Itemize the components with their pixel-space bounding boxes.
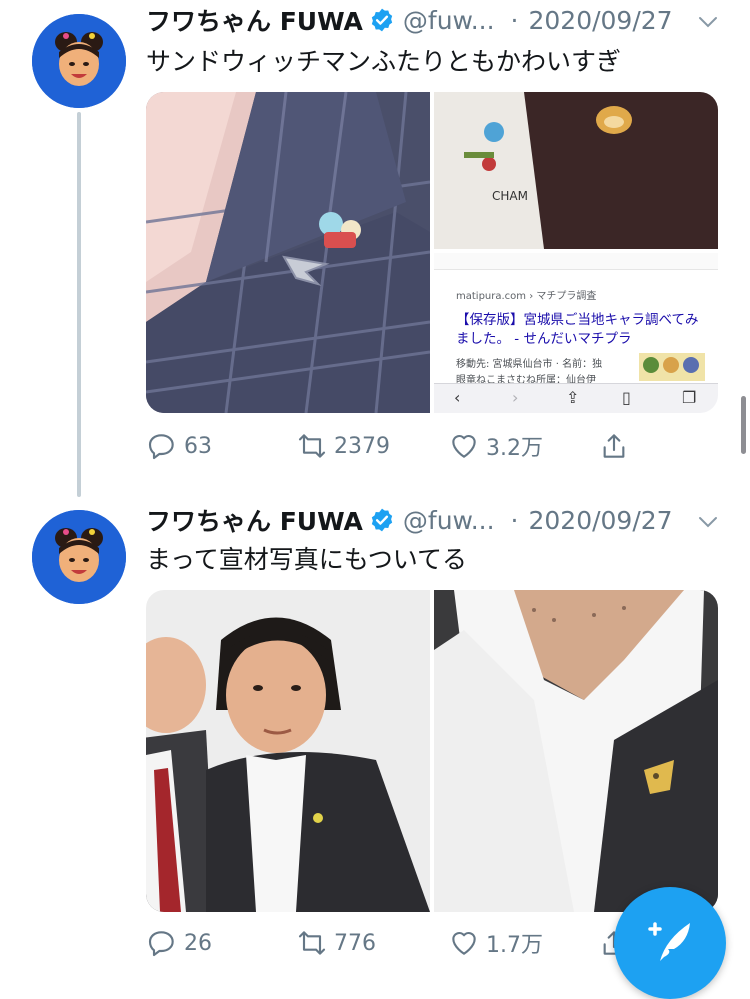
avatar[interactable]: [32, 14, 126, 108]
like-count: 1.7万: [486, 933, 543, 958]
share-button[interactable]: [598, 426, 636, 466]
retweet-icon: [298, 434, 326, 458]
reply-button[interactable]: 63: [146, 426, 212, 466]
safari-toolbar: ‹ › ⇪ ▯ ❐: [434, 383, 718, 413]
tweet-text: まって宣材写真にもついてる: [146, 545, 468, 574]
media-image-2[interactable]: CHAM: [434, 92, 718, 249]
display-name[interactable]: フワちゃん FUWA: [146, 502, 363, 538]
reply-icon: [148, 931, 174, 957]
media-grid[interactable]: CHAM matipura.com › マチプラ調査 【保存版】宮城県ご当地キャ…: [146, 92, 718, 413]
timestamp[interactable]: 2020/09/27: [528, 506, 672, 535]
like-button[interactable]: 3.2万: [448, 426, 543, 466]
like-icon: [452, 931, 476, 955]
retweet-count: 2379: [334, 433, 390, 459]
media-image-4[interactable]: [146, 590, 430, 912]
compose-tweet-icon: [648, 922, 690, 961]
like-count: 3.2万: [486, 436, 543, 461]
reply-count: 63: [184, 433, 212, 459]
chevron-down-icon[interactable]: [696, 10, 720, 34]
media-image-3[interactable]: matipura.com › マチプラ調査 【保存版】宮城県ご当地キャラ調べてみ…: [434, 253, 718, 413]
avatar[interactable]: [32, 510, 126, 604]
separator: ·: [510, 5, 519, 35]
timestamp[interactable]: 2020/09/27: [528, 6, 672, 35]
separator: ·: [510, 505, 519, 535]
tweet-actions: 26 776 1.7万: [146, 923, 646, 963]
shirt-print-text: CHAM: [492, 189, 528, 203]
like-button[interactable]: 1.7万: [448, 923, 543, 963]
screenshot-site: matipura.com › マチプラ調査: [456, 291, 597, 302]
media-image-5[interactable]: [434, 590, 718, 912]
thread-connector: [77, 112, 81, 497]
verified-badge-icon: [371, 508, 393, 532]
like-icon: [452, 434, 476, 458]
display-name[interactable]: フワちゃん FUWA: [146, 2, 363, 38]
compose-tweet-button[interactable]: [614, 887, 726, 999]
screenshot-title: 【保存版】宮城県ご当地キャラ調べてみました。 - せんだいマチプラ: [456, 312, 699, 347]
verified-badge-icon: [371, 8, 393, 32]
scrollbar[interactable]: [741, 396, 746, 454]
tweet-header: フワちゃん FUWA @fuw... · 2020/09/27: [146, 2, 673, 38]
avatar-face-image: [32, 14, 126, 108]
retweet-button[interactable]: 2379: [296, 426, 390, 466]
reply-count: 26: [184, 930, 212, 956]
handle[interactable]: @fuw...: [403, 6, 495, 35]
reply-button[interactable]: 26: [146, 923, 212, 963]
retweet-icon: [298, 931, 326, 955]
retweet-count: 776: [334, 930, 376, 956]
tweet-actions: 63 2379 3.2万: [146, 426, 646, 466]
chevron-down-icon[interactable]: [696, 510, 720, 534]
avatar-face-image: [32, 510, 126, 604]
tweet-text: サンドウィッチマンふたりともかわいすぎ: [146, 47, 622, 76]
media-image-1[interactable]: [146, 92, 430, 413]
media-grid[interactable]: [146, 590, 718, 912]
retweet-button[interactable]: 776: [296, 923, 376, 963]
screenshot-thumbnail: [639, 353, 705, 381]
reply-icon: [148, 434, 174, 460]
screenshot-snippet-line-1: 移動先: 宮城県仙台市 · 名前：独: [456, 359, 603, 370]
handle[interactable]: @fuw...: [403, 506, 495, 535]
tweet-header: フワちゃん FUWA @fuw... · 2020/09/27: [146, 502, 673, 538]
share-icon: [603, 434, 625, 458]
